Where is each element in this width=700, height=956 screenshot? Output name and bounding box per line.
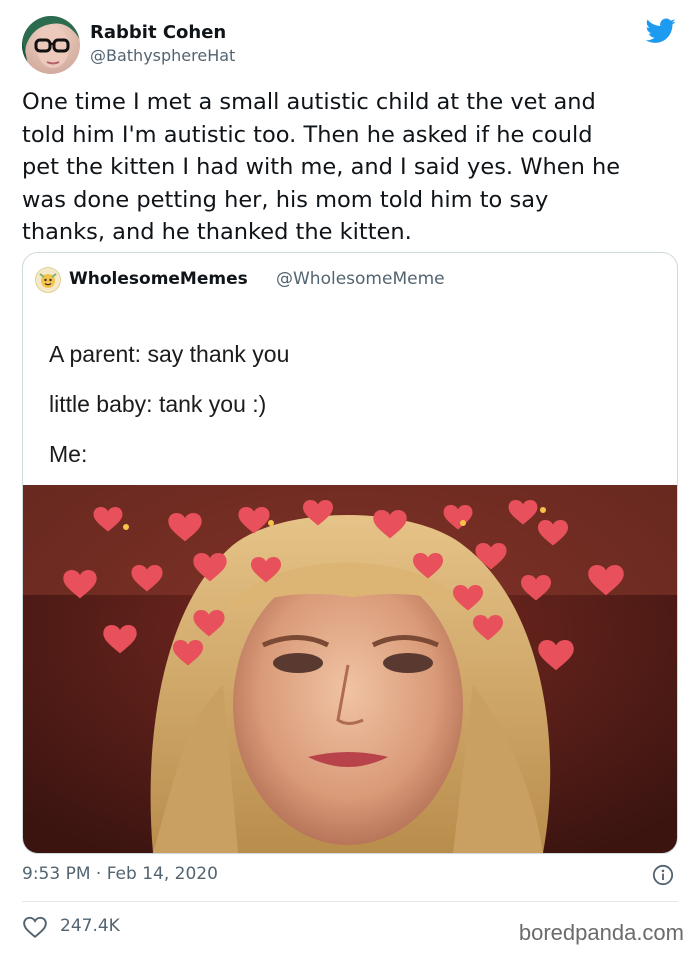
tweet-text: One time I met a small autistic child at… — [22, 89, 621, 245]
meme-text-line-2: little baby: tank you :) — [49, 391, 267, 417]
quoted-author-avatar — [35, 267, 61, 293]
quoted-author-handle: @WholesomeMeme — [276, 269, 445, 289]
quoted-author-name: WholesomeMemes — [69, 269, 248, 289]
meme-photo[interactable] — [23, 485, 677, 853]
info-icon[interactable] — [652, 864, 674, 886]
watermark: boredpanda.com — [518, 920, 684, 945]
footer-divider — [22, 901, 678, 902]
tweet-timestamp[interactable]: 9:53 PM · Feb 14, 2020 — [22, 864, 218, 884]
twitter-bird-icon[interactable] — [646, 18, 676, 44]
author-avatar[interactable] — [22, 16, 80, 74]
author-name[interactable]: Rabbit Cohen — [90, 22, 226, 43]
heart-outline-icon[interactable] — [22, 915, 48, 939]
like-count: 247.4K — [60, 916, 120, 936]
meme-text-line-1: A parent: say thank you — [49, 341, 290, 367]
quoted-tweet-card[interactable]: WholesomeMemes @WholesomeMeme A parent: … — [22, 252, 678, 854]
author-handle[interactable]: @BathysphereHat — [90, 46, 235, 65]
meme-text-line-3: Me: — [49, 441, 88, 467]
